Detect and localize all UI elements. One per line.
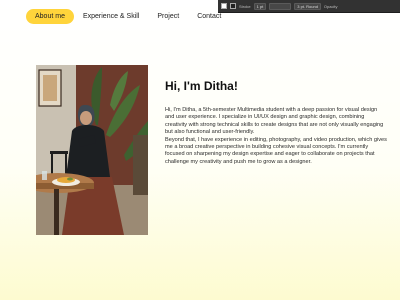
- bio-text: Hi, I'm Ditha, a 5th-semester Multimedia…: [165, 107, 387, 166]
- opacity-label: Opacity: [323, 3, 338, 9]
- fill-swatch-icon[interactable]: [221, 3, 227, 9]
- app-control-bar: Stroke 1 pt 3 pt. Round Opacity: [218, 0, 400, 13]
- hero-title: Hi, I'm Ditha!: [165, 79, 238, 93]
- stroke-swatch-icon[interactable]: [230, 3, 236, 9]
- nav-experience-skill[interactable]: Experience & Skill: [74, 9, 148, 24]
- profile-photo-image: [36, 65, 148, 235]
- stroke-label: Stroke: [239, 3, 251, 9]
- brush-select[interactable]: 3 pt. Round: [294, 2, 321, 10]
- profile-photo: [36, 65, 148, 235]
- nav-project[interactable]: Project: [148, 9, 188, 24]
- bio-paragraph-1: Hi, I'm Ditha, a 5th-semester Multimedia…: [165, 107, 384, 136]
- artboard: About me Experience & Skill Project Cont…: [0, 0, 400, 300]
- variable-width-select[interactable]: [269, 2, 292, 10]
- bio-paragraph-2: Beyond that, I have experience in editin…: [165, 136, 387, 165]
- stroke-weight-field[interactable]: 1 pt: [253, 2, 267, 10]
- nav-about-me[interactable]: About me: [26, 9, 74, 24]
- top-nav: About me Experience & Skill Project Cont…: [26, 9, 230, 24]
